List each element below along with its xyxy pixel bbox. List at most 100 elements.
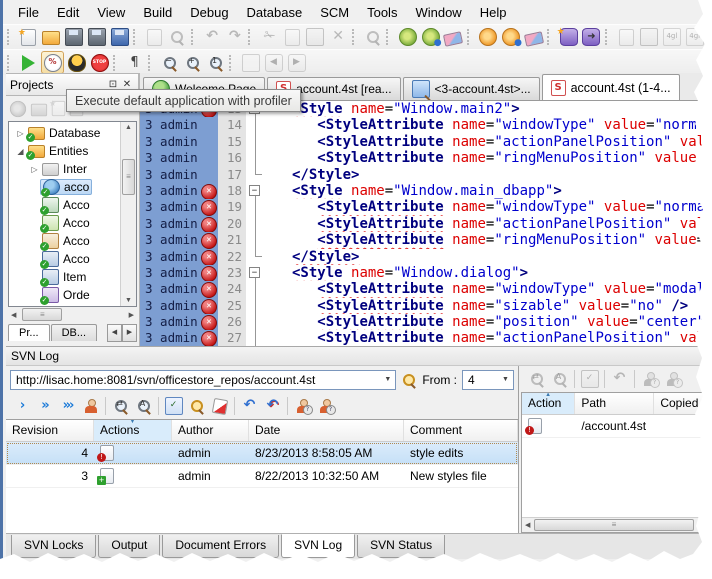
execute-icon[interactable] [479, 28, 498, 46]
stop-icon[interactable]: STOP [90, 53, 109, 72]
column-header-author[interactable]: Author [172, 420, 249, 441]
save-all-button[interactable] [109, 27, 130, 48]
expander-icon[interactable]: ▷ [15, 129, 26, 138]
help-revision-icon[interactable]: ? [295, 398, 313, 415]
fold-margin[interactable] [246, 199, 266, 216]
bottom-tab-output[interactable]: Output [98, 535, 161, 558]
debug-icon[interactable] [67, 53, 86, 72]
annotate-icon[interactable]: A [136, 398, 152, 414]
run-icon[interactable] [22, 54, 35, 71]
tab--3-account-4st-[interactable]: <3-account.4st>... [402, 77, 540, 100]
delete-icon[interactable]: ✕ [330, 29, 346, 45]
profiler-icon[interactable]: % [43, 53, 62, 72]
scrollbar-thumb[interactable]: ≡ [122, 159, 135, 195]
tab-scroll-left-icon[interactable]: ◀ [107, 324, 122, 342]
commit-user-icon[interactable] [83, 398, 99, 414]
menu-window[interactable]: Window [406, 2, 470, 23]
save-icon[interactable] [65, 28, 84, 46]
tree-horizontal-scrollbar[interactable]: ◀ ≡ ▶ [8, 307, 137, 322]
revert-icon[interactable]: ↶ [265, 398, 281, 414]
code-line-24[interactable]: 3 admin ✕ 24 <StyleAttribute name="windowT… [140, 281, 705, 299]
copy-icon[interactable] [285, 28, 300, 46]
code-line-23[interactable]: 3 admin ✕ 23− <Style name="Window.dialog"> [140, 264, 705, 282]
code-line-19[interactable]: 3 admin ✕ 19 <StyleAttribute name="windowT… [140, 199, 705, 217]
combo-dropdown-icon[interactable]: ▼ [498, 371, 513, 389]
detail-undo-button[interactable]: ↶ [609, 369, 630, 390]
column-header-date[interactable]: Date [249, 420, 404, 441]
print-button[interactable] [144, 27, 165, 48]
scroll-right-icon[interactable]: ▶ [698, 521, 703, 529]
detail-annotate-icon[interactable]: A [552, 371, 568, 387]
menu-tools[interactable]: Tools [358, 2, 406, 23]
scrollbar-thumb[interactable]: ≡ [534, 519, 694, 531]
zoom-in-button[interactable]: + [182, 52, 203, 73]
zoom-reset-icon[interactable]: 1 [208, 55, 224, 71]
nav-forward-button[interactable]: ▶ [286, 52, 307, 73]
nav-back-icon[interactable]: ◀ [264, 53, 283, 72]
tree-item-acco[interactable]: ✓ Acco [9, 250, 120, 269]
tree-item-acco[interactable]: ✓ Acco [9, 232, 120, 251]
detail-undo-icon[interactable]: ↶ [612, 371, 628, 387]
clean-all-button[interactable] [523, 27, 544, 48]
print-preview-button[interactable] [167, 27, 188, 48]
get-all-icon[interactable]: »› [60, 398, 76, 414]
print-icon[interactable] [146, 28, 162, 46]
tree-vertical-scrollbar[interactable]: ▲ ≡ ▼ [120, 122, 136, 306]
bottom-tab-svn-status[interactable]: SVN Status [357, 535, 446, 558]
save-all-icon[interactable] [110, 28, 129, 46]
compile-4gl-icon[interactable]: 4gl [662, 28, 681, 46]
zoom-in-icon[interactable]: + [185, 55, 201, 71]
code-editor[interactable]: 3 admin✕13−<Style name="Window.main2">3 … [140, 101, 705, 346]
revision-row[interactable]: 4! admin 8/23/2013 8:58:05 AM style edits [6, 442, 518, 465]
frame-icon[interactable] [241, 53, 260, 72]
undo-button[interactable]: ↶ [202, 27, 223, 48]
edit-comment-icon[interactable] [211, 397, 228, 416]
properties-button[interactable]: ✓ [163, 396, 184, 417]
scroll-up-icon[interactable]: ▲ [125, 124, 132, 131]
repository-url-combo[interactable]: http://lisac.home:8081/svn/officestore_r… [10, 369, 397, 390]
clean-all-icon[interactable] [523, 30, 544, 47]
clean-button[interactable] [443, 27, 464, 48]
menu-file[interactable]: File [9, 2, 48, 23]
panel-tab-pr[interactable]: Pr... [8, 324, 50, 341]
fold-margin[interactable]: − [246, 182, 266, 200]
tree-item-database[interactable]: ▷ ✓ Database [9, 124, 120, 142]
code-line-26[interactable]: 3 admin ✕ 26 <StyleAttribute name="positio… [140, 314, 705, 332]
generate-code-button[interactable] [616, 27, 637, 48]
code-line-25[interactable]: 3 admin ✕ 25 <StyleAttribute name="sizable… [140, 297, 705, 315]
get-next-icon[interactable]: › [14, 398, 30, 414]
from-revision-combo[interactable]: 4 ▼ [462, 369, 514, 390]
execute-button[interactable] [478, 27, 499, 48]
run-button[interactable] [18, 52, 39, 73]
build-icon[interactable] [398, 28, 417, 46]
detail-help2-icon[interactable]: ? [665, 371, 683, 388]
detail-horizontal-scrollbar[interactable]: ◀ ≡ ▶ [522, 517, 705, 532]
fold-margin[interactable] [246, 297, 266, 315]
tab-scroll-right-icon[interactable]: ▶ [122, 324, 137, 342]
delete-button[interactable]: ✕ [328, 27, 349, 48]
compile-4gl-button[interactable]: 4gl [661, 27, 682, 48]
detail-properties-button[interactable]: ✓ [579, 369, 600, 390]
tree-item-acco[interactable]: ✓ Acco [9, 214, 120, 233]
save-as-button[interactable] [86, 27, 107, 48]
expander-icon[interactable]: ▷ [29, 165, 40, 174]
get-next-batch-icon[interactable]: » [37, 398, 53, 414]
scroll-down-icon[interactable]: ▼ [125, 297, 132, 304]
fold-margin[interactable] [246, 150, 266, 167]
edit-comment-button[interactable] [209, 396, 230, 417]
commit-user-button[interactable] [80, 396, 101, 417]
fold-margin[interactable] [246, 281, 266, 298]
whitespace-button[interactable]: ¶ [124, 52, 145, 73]
cut-button[interactable]: ✁ [259, 27, 280, 48]
column-header-path[interactable]: Path [575, 393, 655, 414]
frame-button[interactable] [240, 52, 261, 73]
code-line-18[interactable]: 3 admin ✕ 18− <Style name="Window.main_dbap… [140, 182, 705, 200]
new-file-icon[interactable] [18, 25, 36, 46]
bottom-tab-svn-locks[interactable]: SVN Locks [11, 535, 97, 558]
fold-margin[interactable] [246, 215, 266, 233]
diff-revisions-button[interactable]: ⇄ [110, 396, 131, 417]
print-preview-icon[interactable] [169, 29, 185, 45]
tree-item-item[interactable]: ✓ Item [9, 268, 120, 287]
fold-margin[interactable] [246, 232, 266, 249]
tree-item-orde[interactable]: ✓ Orde [9, 286, 120, 305]
